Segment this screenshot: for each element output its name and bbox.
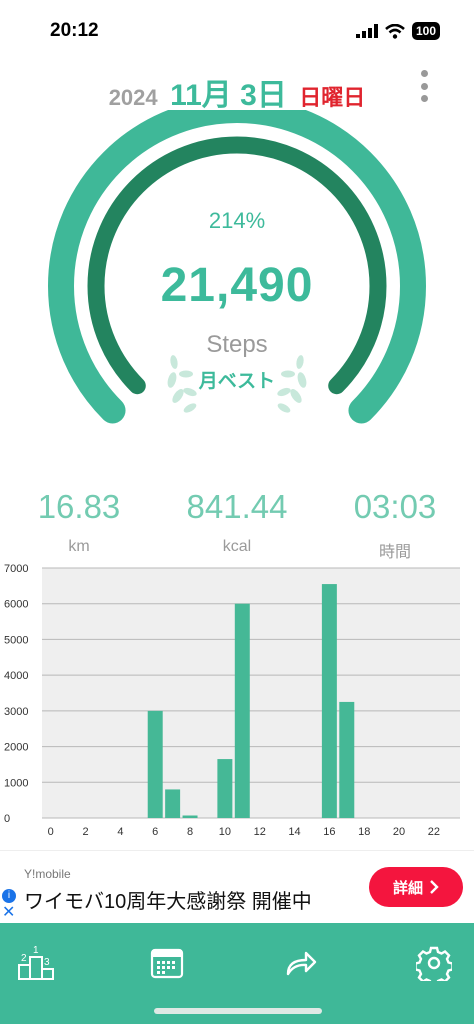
calories-value: 841.44 [186,488,288,525]
ranking-podium-icon: 1 2 3 [18,945,54,980]
distance-unit: km [68,538,90,555]
more-menu-icon[interactable] [416,70,432,102]
signal-icon [355,24,378,38]
chart-bar [147,710,163,818]
battery-indicator: 100 [411,22,440,40]
x-tick-label: 6 [152,826,158,838]
y-tick-label: 7000 [4,563,28,575]
x-tick-label: 14 [288,826,300,838]
ad-text[interactable]: ワイモバ10周年大感謝祭 開催中 [24,885,312,914]
steps-label: Steps [206,331,268,358]
y-tick-label: 4000 [4,670,28,682]
ad-brand: Y!mobile [24,867,71,881]
calendar-icon [150,948,184,979]
ad-info-icon[interactable]: i [2,889,16,903]
share-button[interactable] [277,939,325,987]
chart-bar [182,815,198,818]
date-year: 2024 [108,85,158,110]
y-tick-label: 6000 [4,599,28,611]
y-tick-label: 2000 [4,742,28,754]
hourly-steps-chart[interactable]: 0 1000 2000 3000 4000 5000 6000 7000 0 2 4 6 8 10 12 14… [0,562,474,844]
chart-bar [321,584,337,818]
share-arrow-icon [286,951,317,976]
duration-value: 03:03 [353,488,437,525]
ad-button-label: 詳細 [392,879,423,897]
stat-duration: 03:03 時間 [316,488,474,562]
x-tick-label: 0 [48,826,54,838]
stat-calories: 841.44 kcal [158,488,316,556]
date-weekday: 日曜日 [299,85,366,110]
chevron-right-icon [430,880,439,894]
x-tick-label: 4 [117,826,123,838]
chart-bar [217,759,233,818]
x-tick-label: 10 [219,826,231,838]
gear-icon [416,946,452,981]
chart-bar [234,603,250,818]
svg-text:1: 1 [33,945,39,956]
status-icons: 100 [355,22,440,40]
y-tick-label: 5000 [4,634,28,646]
calendar-button[interactable] [143,939,191,987]
y-tick-label: 1000 [4,777,28,789]
svg-text:3: 3 [44,957,50,968]
y-tick-label: 3000 [4,706,28,718]
home-indicator [154,1008,322,1014]
chart-plot-area [42,568,460,818]
duration-unit: 時間 [378,544,411,561]
x-tick-label: 16 [323,826,335,838]
calories-unit: kcal [222,538,252,555]
ad-banner[interactable]: Y!mobile ワイモバ10周年大感謝祭 開催中 i ✕ 詳細 [0,850,474,923]
ad-close-icon[interactable]: ✕ [2,905,15,921]
x-tick-label: 12 [254,826,266,838]
date-header[interactable]: 2024 11月 3日 日曜日 [0,70,474,114]
goal-percent: 214% [208,208,266,233]
x-tick-label: 20 [393,826,405,838]
status-time: 20:12 [50,20,99,41]
x-tick-label: 18 [358,826,370,838]
wifi-icon [385,23,405,39]
stat-distance: 16.83 km [0,488,158,556]
date-month-day: 11月 3日 [170,79,287,112]
settings-button[interactable] [410,939,458,987]
chart-bar [339,701,355,818]
ad-details-button[interactable]: 詳細 [369,867,463,907]
distance-value: 16.83 [37,488,121,525]
chart-bar [165,789,181,818]
svg-text:2: 2 [21,953,27,964]
ranking-button[interactable]: 1 2 3 [12,939,60,987]
x-tick-label: 22 [428,826,440,838]
y-tick-label: 0 [4,813,10,825]
steps-count: 21,490 [160,259,314,312]
best-badge-label: 月ベスト [198,371,276,392]
x-tick-label: 8 [187,826,193,838]
x-tick-label: 2 [82,826,88,838]
